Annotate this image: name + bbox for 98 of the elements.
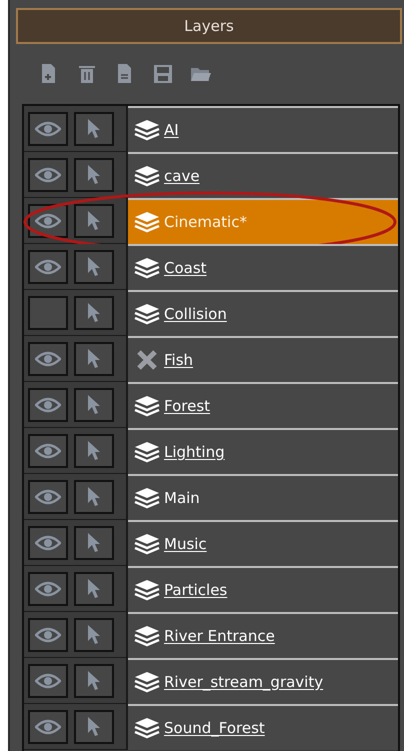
pointer-icon	[87, 670, 101, 692]
select-toggle[interactable]	[74, 526, 114, 560]
visibility-toggle[interactable]	[28, 434, 68, 468]
visibility-toggle[interactable]	[28, 480, 68, 514]
select-toggle[interactable]	[74, 664, 114, 698]
layer-item[interactable]: cave	[128, 152, 398, 198]
pointer-icon	[87, 210, 101, 232]
pointer-icon	[87, 624, 101, 646]
layer-name: River_stream_gravity	[164, 672, 324, 693]
layer-item[interactable]: Sound_Forest	[128, 704, 398, 750]
layer-name: Lighting	[164, 442, 225, 463]
layers-icon	[134, 119, 160, 141]
layers-icon	[134, 717, 160, 739]
layer-item[interactable]: Particles	[128, 566, 398, 612]
layer-name: AI	[164, 120, 179, 141]
layer-name: Fish	[164, 350, 194, 371]
layer-item[interactable]: River Entrance	[128, 612, 398, 658]
visibility-toggle[interactable]	[28, 158, 68, 192]
trash-icon[interactable]	[76, 63, 98, 85]
eye-icon	[35, 350, 61, 366]
select-toggle[interactable]	[74, 158, 114, 192]
eye-icon	[35, 396, 61, 412]
pointer-icon	[87, 532, 101, 554]
layer-item[interactable]: Lighting	[128, 428, 398, 474]
eye-icon	[35, 580, 61, 596]
visibility-toggle[interactable]	[28, 112, 68, 146]
layers-icon	[134, 671, 160, 693]
layer-item[interactable]: Coast	[128, 244, 398, 290]
eye-icon	[35, 718, 61, 734]
select-toggle[interactable]	[74, 342, 114, 376]
layers-icon	[134, 303, 160, 325]
select-toggle[interactable]	[74, 388, 114, 422]
eye-icon	[35, 488, 61, 504]
layers-icon	[134, 579, 160, 601]
layer-item[interactable]: Main	[128, 474, 398, 520]
layer-item[interactable]: AI	[128, 106, 398, 152]
pointer-icon	[87, 486, 101, 508]
layer-name: Collision	[164, 304, 227, 325]
layers-icon	[134, 441, 160, 463]
eye-icon	[35, 212, 61, 228]
panel-title: Layers	[184, 16, 234, 37]
eye-icon	[35, 166, 61, 182]
layers-icon	[134, 487, 160, 509]
select-toggle[interactable]	[74, 710, 114, 744]
pointer-icon	[87, 256, 101, 278]
layer-name: Coast	[164, 258, 207, 279]
layers-icon	[134, 165, 160, 187]
pointer-icon	[87, 118, 101, 140]
layer-item[interactable]: Forest	[128, 382, 398, 428]
layers-icon	[134, 211, 160, 233]
layer-item[interactable]: Collision	[128, 290, 398, 336]
layer-name: Forest	[164, 396, 210, 417]
visibility-toggle[interactable]	[28, 526, 68, 560]
visibility-toggle[interactable]	[28, 250, 68, 284]
visibility-toggle[interactable]	[28, 618, 68, 652]
eye-icon	[35, 672, 61, 688]
select-toggle[interactable]	[74, 112, 114, 146]
layers-icon	[134, 533, 160, 555]
cross-icon	[136, 350, 158, 370]
eye-icon	[35, 258, 61, 274]
visibility-toggle[interactable]	[28, 664, 68, 698]
layer-item[interactable]: Fish	[128, 336, 398, 382]
pointer-icon	[87, 716, 101, 738]
visibility-toggle[interactable]	[28, 572, 68, 606]
select-toggle[interactable]	[74, 434, 114, 468]
eye-icon	[35, 120, 61, 136]
eye-icon	[35, 534, 61, 550]
visibility-toggle[interactable]	[28, 710, 68, 744]
layers-icon	[134, 257, 160, 279]
pointer-icon	[87, 302, 101, 324]
layer-name: Music	[164, 534, 207, 555]
pointer-icon	[87, 578, 101, 600]
layer-name: cave	[164, 166, 200, 187]
visibility-toggle[interactable]	[28, 296, 68, 330]
select-toggle[interactable]	[74, 572, 114, 606]
visibility-toggle[interactable]	[28, 388, 68, 422]
select-toggle[interactable]	[74, 204, 114, 238]
select-toggle[interactable]	[74, 296, 114, 330]
layer-name: Cinematic*	[164, 212, 247, 233]
eye-icon	[35, 626, 61, 642]
pointer-icon	[87, 394, 101, 416]
layer-name: Particles	[164, 580, 228, 601]
eye-icon	[35, 442, 61, 458]
select-toggle[interactable]	[74, 480, 114, 514]
layers-icon	[134, 395, 160, 417]
layer-name: Main	[164, 488, 200, 509]
layer-name: River Entrance	[164, 626, 275, 647]
layer-name: Sound_Forest	[164, 718, 265, 739]
layer-item[interactable]: River_stream_gravity	[128, 658, 398, 704]
layer-item[interactable]: Music	[128, 520, 398, 566]
save-icon[interactable]	[152, 63, 174, 85]
pointer-icon	[87, 440, 101, 462]
select-toggle[interactable]	[74, 618, 114, 652]
pointer-icon	[87, 164, 101, 186]
visibility-toggle[interactable]	[28, 342, 68, 376]
pointer-icon	[87, 348, 101, 370]
layers-icon	[134, 625, 160, 647]
select-toggle[interactable]	[74, 250, 114, 284]
